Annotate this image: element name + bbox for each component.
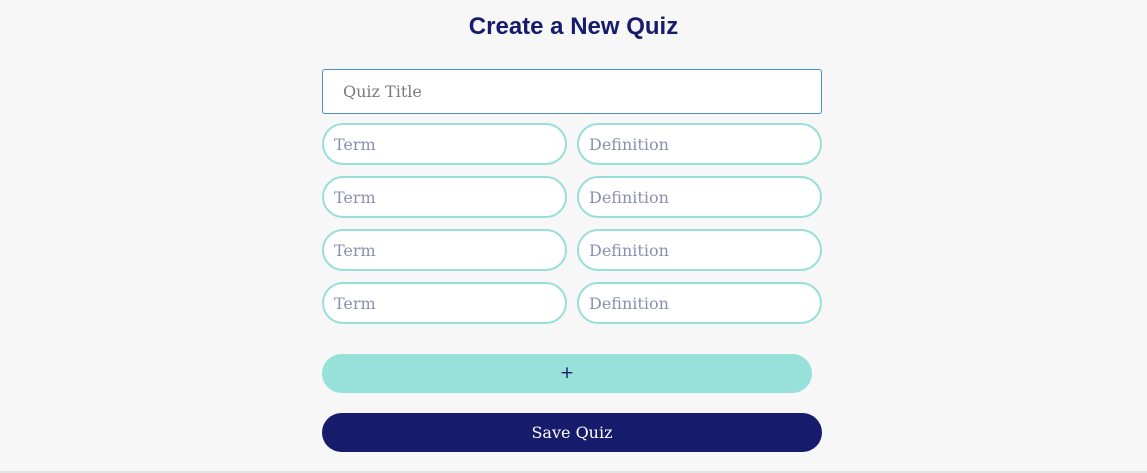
term-input[interactable] — [322, 176, 567, 218]
definition-input[interactable] — [577, 123, 822, 165]
page-title: Create a New Quiz — [468, 13, 679, 40]
term-definition-row — [322, 176, 822, 218]
save-quiz-button[interactable]: Save Quiz — [322, 413, 822, 452]
quiz-title-input[interactable] — [322, 69, 822, 114]
definition-input[interactable] — [577, 282, 822, 324]
definition-input[interactable] — [577, 229, 822, 271]
term-definition-row — [322, 229, 822, 271]
term-input[interactable] — [322, 229, 567, 271]
definition-input[interactable] — [577, 176, 822, 218]
term-definition-row — [322, 282, 822, 324]
term-definition-row — [322, 123, 822, 165]
term-input[interactable] — [322, 282, 567, 324]
quiz-form — [322, 69, 822, 324]
term-definition-list — [322, 123, 822, 324]
term-input[interactable] — [322, 123, 567, 165]
add-pair-button[interactable]: + — [322, 354, 812, 393]
